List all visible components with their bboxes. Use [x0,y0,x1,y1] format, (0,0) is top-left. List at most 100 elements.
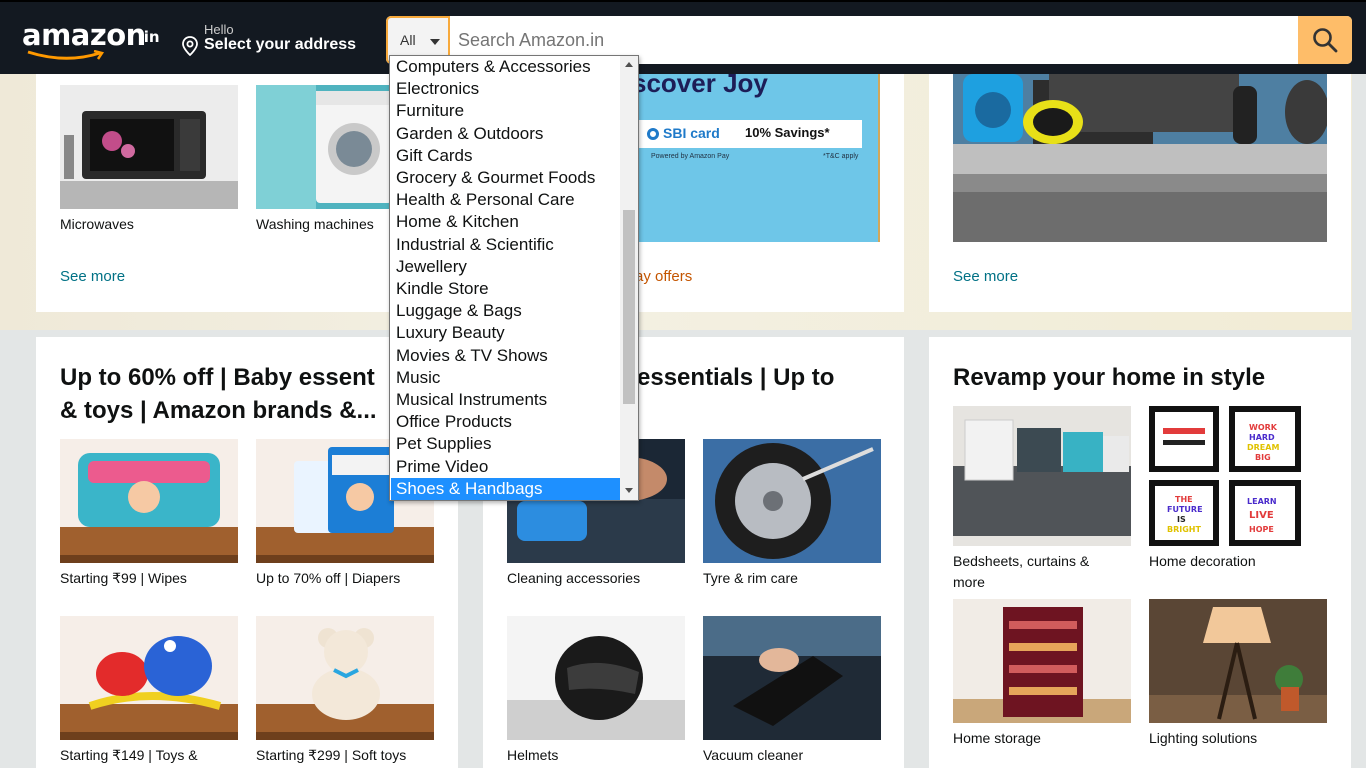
card-title[interactable]: e essentials | Up to [617,361,834,394]
nav-header: amazon .in Hello Select your address All [0,0,1366,74]
tile-label[interactable]: Home decoration [1149,551,1327,572]
dropdown-option[interactable]: Luggage & Bags [391,300,620,322]
card-title[interactable]: Up to 60% off | Baby essent & toys | Ama… [60,361,390,427]
frame-text-big: BIG [1255,453,1271,462]
tile-label[interactable]: Home storage [953,728,1131,749]
microwave-image[interactable] [60,85,238,209]
frame-text-learn: LEARN [1247,497,1277,506]
dropdown-option[interactable]: Home & Kitchen [391,211,620,233]
dropdown-option[interactable]: Office Products [391,411,620,433]
dropdown-option[interactable]: Movies & TV Shows [391,345,620,367]
pay-offers-link[interactable]: ay offers [635,268,692,285]
frames-image[interactable]: WORK HARD DREAM BIG THE FUTURE IS BRIGHT… [1149,406,1327,546]
dropdown-option[interactable]: Musical Instruments [391,389,620,411]
promo-tnc: *T&C apply [823,153,859,160]
dropdown-option[interactable]: Electronics [391,78,620,100]
smile-arrow-icon [27,50,105,60]
promo-offer-strip: SBI card 10% Savings* [632,120,862,148]
logo-text: amazon [22,18,146,52]
savings-label: 10% Savings* [745,125,830,140]
wipes-image[interactable] [60,439,238,563]
search-icon [1313,28,1338,53]
dropdown-option[interactable]: Health & Personal Care [391,189,620,211]
tile-tyre-rim-care[interactable]: Tyre & rim care [703,439,881,589]
logo-suffix: .in [138,28,160,46]
sbi-logo-icon [647,128,659,140]
frame-text-bright: BRIGHT [1167,525,1201,534]
dropdown-option[interactable]: Luxury Beauty [391,322,620,344]
dropdown-option[interactable]: Jewellery [391,256,620,278]
address-text: Select your address [204,36,357,53]
promo-powered: Powered by Amazon Pay [651,153,730,160]
frame-text-hope: HOPE [1249,525,1274,534]
tile-toys[interactable]: Starting ₹149 | Toys & [60,616,238,766]
tile-bedsheets[interactable]: Bedsheets, curtains & more [953,406,1131,593]
sbi-card-label: SBI card [663,125,720,141]
tile-label[interactable]: Vacuum cleaner [703,745,881,766]
frame-text-dream: DREAM [1247,443,1279,452]
card-title[interactable]: Revamp your home in style [953,361,1265,394]
vacuum-image[interactable] [703,616,881,740]
electronics-card: See more [929,74,1351,312]
tile-lighting-solutions[interactable]: Lighting solutions [1149,599,1327,749]
dropdown-scrollbar[interactable] [620,56,638,500]
tile-label[interactable]: Starting ₹299 | Soft toys [256,745,434,766]
amazon-logo[interactable]: amazon .in [22,16,162,62]
tile-label[interactable]: Microwaves [60,214,238,235]
teddy-image[interactable] [256,616,434,740]
shoe-rack-image[interactable] [953,599,1131,723]
frame-text-live: LIVE [1249,510,1274,521]
frame-text-future: FUTURE [1167,505,1203,514]
tile-microwaves[interactable]: Microwaves [60,85,238,235]
dropdown-option[interactable]: Grocery & Gourmet Foods [391,167,620,189]
page-scrollbar[interactable] [1352,74,1366,768]
rocker-toy-image[interactable] [60,616,238,740]
dropdown-option[interactable]: Furniture [391,100,620,122]
dropdown-option[interactable]: Pet Supplies [391,433,620,455]
tile-label[interactable]: Bedsheets, curtains & more [953,551,1113,593]
frame-text-hard: HARD [1249,433,1275,442]
tile-home-decoration[interactable]: WORK HARD DREAM BIG THE FUTURE IS BRIGHT… [1149,406,1327,572]
scrollbar-thumb[interactable] [623,210,635,404]
tile-home-storage[interactable]: Home storage [953,599,1131,749]
tile-wipes[interactable]: Starting ₹99 | Wipes [60,439,238,589]
location-pin-icon [182,36,198,56]
frame-text-is: IS [1177,515,1186,524]
dropdown-option[interactable]: Gift Cards [391,145,620,167]
tile-soft-toys[interactable]: Starting ₹299 | Soft toys [256,616,434,766]
tile-helmets[interactable]: Helmets [507,616,685,766]
hello-text: Hello [204,22,234,37]
frame-text-the: THE [1175,495,1193,504]
tile-label[interactable]: Up to 70% off | Diapers [256,568,434,589]
frame-text-work-hard: WORK [1249,423,1278,432]
tile-vacuum-cleaner[interactable]: Vacuum cleaner [703,616,881,766]
tile-label[interactable]: Lighting solutions [1149,728,1327,749]
tile-label[interactable]: Tyre & rim care [703,568,881,589]
dropdown-option[interactable]: Prime Video [391,456,620,478]
search-category-label: All [400,32,416,48]
dropdown-option[interactable]: Shoes & Handbags [391,477,620,500]
dropdown-option[interactable]: Music [391,367,620,389]
see-more-link[interactable]: See more [953,268,1018,285]
tyre-image[interactable] [703,439,881,563]
tile-label[interactable]: Starting ₹149 | Toys & [60,745,238,766]
tile-label[interactable]: Cleaning accessories [507,568,685,589]
scroll-up-arrow-icon[interactable] [625,62,633,67]
dropdown-option[interactable]: Industrial & Scientific [391,234,620,256]
search-button[interactable] [1298,16,1352,64]
chevron-down-icon [430,39,440,45]
deliver-to-address[interactable]: Hello Select your address [180,20,370,60]
sofa-image[interactable] [953,406,1131,546]
see-more-link[interactable]: See more [60,268,125,285]
scroll-down-arrow-icon[interactable] [625,488,633,493]
category-dropdown-list[interactable]: Computers & Accessories Electronics Furnit… [389,55,639,501]
home-style-card: Revamp your home in style Bedsheets, cur… [929,337,1351,768]
tile-label[interactable]: Starting ₹99 | Wipes [60,568,238,589]
electronics-banner[interactable] [953,74,1327,242]
dropdown-option[interactable]: Garden & Outdoors [391,123,620,145]
tile-label[interactable]: Helmets [507,745,685,766]
dropdown-option[interactable]: Computers & Accessories [391,56,620,78]
helmet-image[interactable] [507,616,685,740]
dropdown-option[interactable]: Kindle Store [391,278,620,300]
lamp-image[interactable] [1149,599,1327,723]
